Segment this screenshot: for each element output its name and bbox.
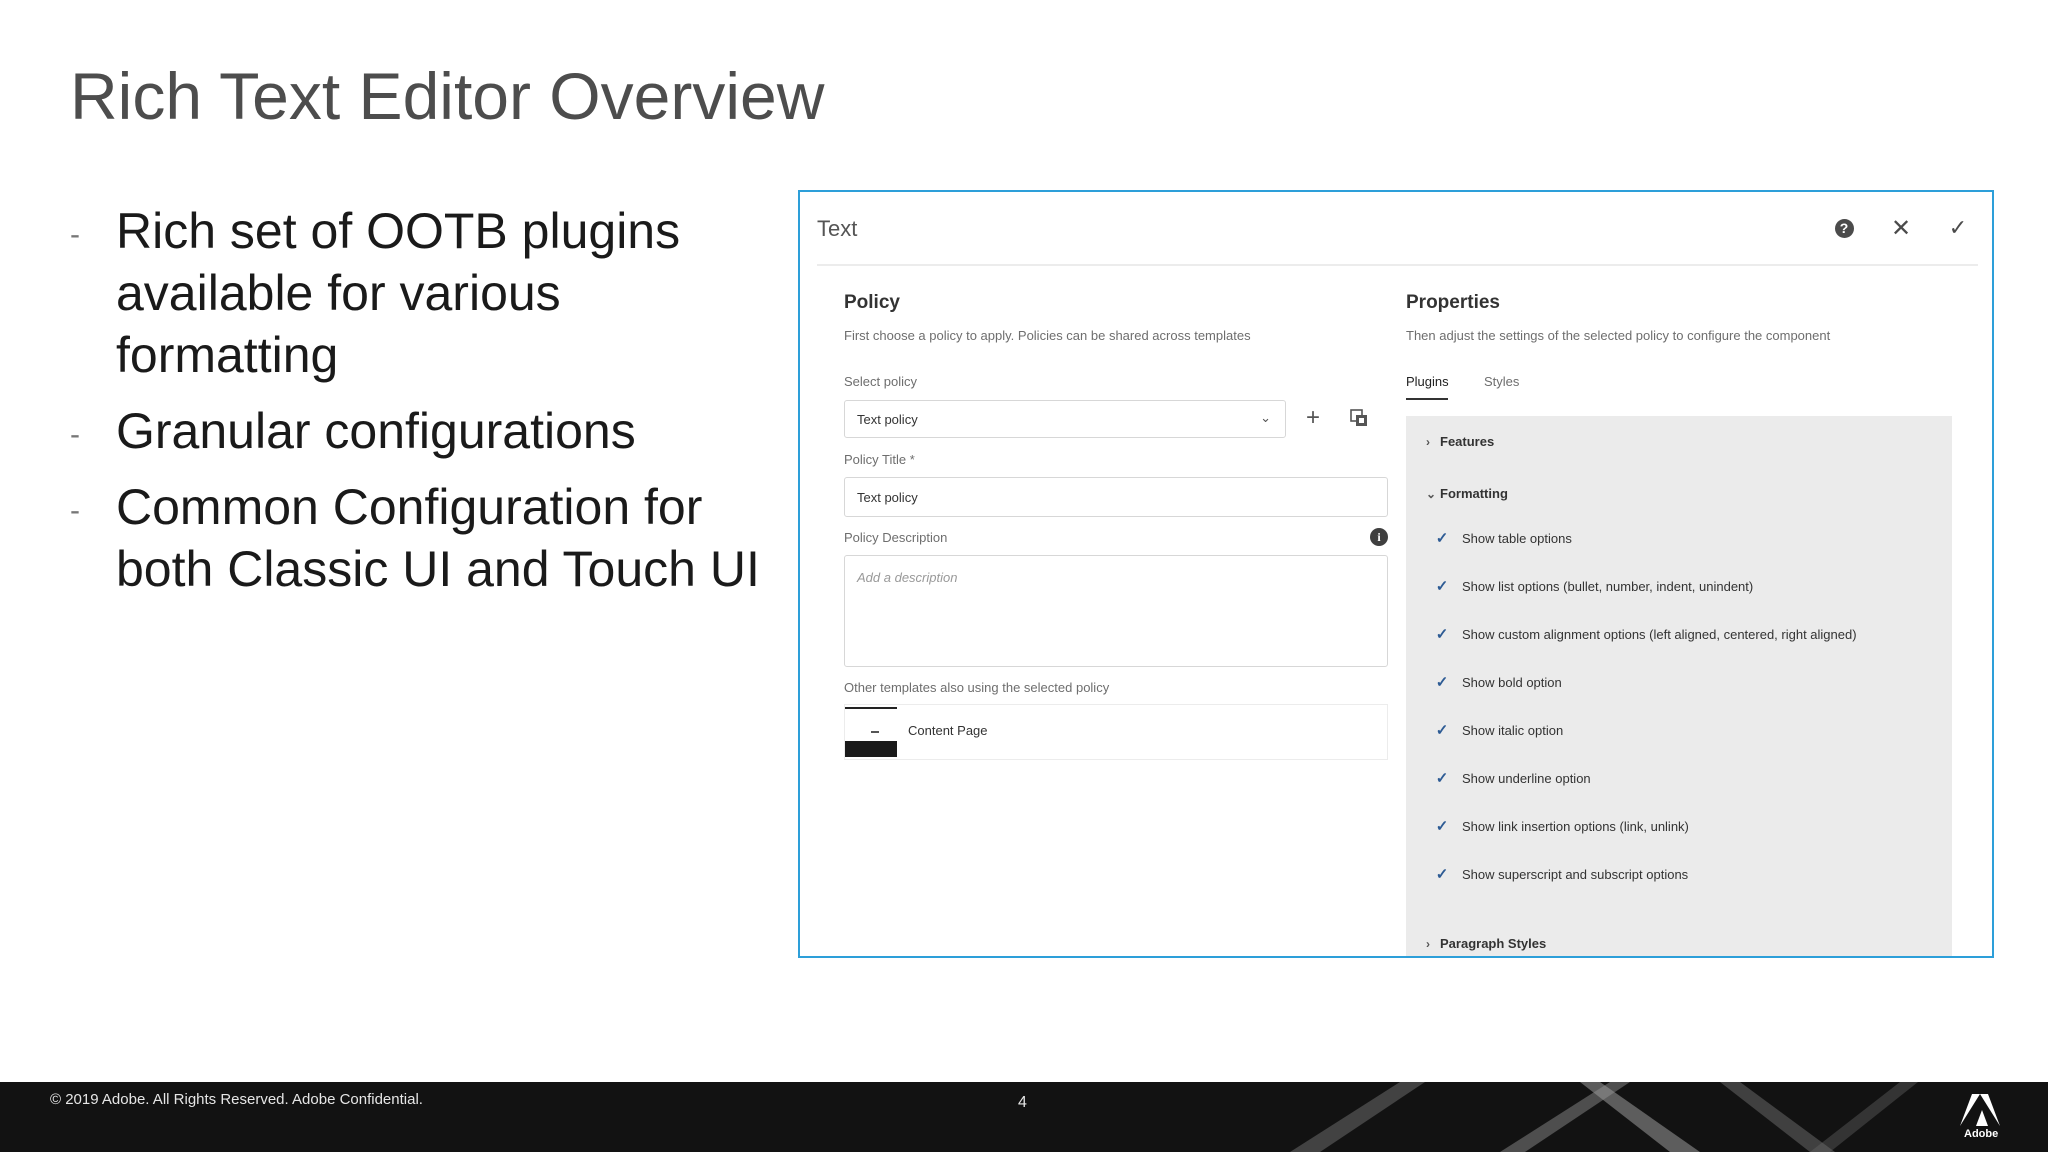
active-tab-indicator [1406, 398, 1448, 400]
policy-description-label: Policy Description [844, 530, 948, 545]
checkbox-label: Show superscript and subscript options [1462, 866, 1689, 882]
template-name: Content Page [908, 723, 988, 738]
chevron-right-icon: › [1426, 937, 1430, 951]
slide-footer: © 2019 Adobe. All Rights Reserved. Adobe… [0, 1082, 2048, 1152]
bullet-item: - Granular configurations [70, 400, 790, 462]
dialog-header: Text ? ✕ ✓ [800, 192, 1992, 264]
chevron-down-icon: ⌄ [1260, 410, 1271, 425]
checkbox-label: Show list options (bullet, number, inden… [1462, 578, 1754, 594]
bullet-marker: - [70, 494, 80, 527]
properties-column: Properties Then adjust the settings of t… [1406, 292, 1966, 400]
checkmark-icon[interactable]: ✓ [1944, 214, 1972, 242]
select-policy-value: Text policy [857, 412, 918, 427]
checkmark-icon: ✓ [1435, 818, 1449, 835]
plugins-panel: › Features ⌄ Formatting ✓ Show table option… [1406, 416, 1952, 956]
checkbox-label: Show underline option [1462, 770, 1591, 786]
template-list-item[interactable]: Content Page [844, 704, 1388, 760]
checkmark-icon: ✓ [1435, 770, 1449, 787]
checkbox-label: Show link insertion options (link, unlin… [1462, 818, 1689, 834]
policy-description: First choose a policy to apply. Policies… [844, 328, 1251, 343]
bullet-item: - Common Configuration for both Classic U… [70, 476, 790, 600]
checkmark-icon: ✓ [1435, 674, 1449, 691]
checkbox-underline-option[interactable]: ✓ Show underline option [1434, 770, 1591, 787]
bullet-marker: - [70, 418, 80, 451]
select-policy-label: Select policy [844, 374, 917, 389]
checkbox-alignment-options[interactable]: ✓ Show custom alignment options (left ali… [1434, 626, 1857, 643]
footer-background-graphic [1290, 1082, 1918, 1152]
checkbox-label: Show table options [1462, 530, 1572, 546]
template-thumbnail [845, 707, 897, 757]
properties-heading: Properties [1406, 292, 1500, 313]
tab-plugins[interactable]: Plugins [1406, 374, 1449, 389]
page-number: 4 [1018, 1094, 1027, 1111]
policy-title-input[interactable]: Text policy [844, 477, 1388, 517]
add-policy-icon[interactable]: + [1306, 403, 1320, 433]
bullet-marker: - [70, 218, 80, 251]
policy-heading: Policy [844, 292, 900, 313]
dialog-title: Text [817, 216, 858, 241]
checkbox-link-options[interactable]: ✓ Show link insertion options (link, unli… [1434, 818, 1689, 835]
adobe-logo-text: Adobe [1964, 1128, 1999, 1140]
checkbox-table-options[interactable]: ✓ Show table options [1434, 530, 1572, 547]
text-component-dialog: Text ? ✕ ✓ Policy First choose a policy … [798, 190, 1994, 958]
info-icon[interactable]: i [1370, 528, 1388, 546]
bullet-text: Granular configurations [116, 403, 636, 459]
tab-styles[interactable]: Styles [1484, 374, 1519, 389]
chevron-right-icon: › [1426, 435, 1430, 449]
policy-title-label: Policy Title * [844, 452, 915, 467]
properties-description: Then adjust the settings of the selected… [1406, 328, 1831, 343]
policy-column: Policy First choose a policy to apply. P… [844, 292, 1390, 760]
checkbox-label: Show italic option [1462, 722, 1564, 738]
other-templates-label: Other templates also using the selected … [844, 680, 1110, 695]
checkbox-italic-option[interactable]: ✓ Show italic option [1434, 722, 1564, 739]
header-divider [817, 264, 1978, 266]
checkbox-label: Show bold option [1462, 674, 1562, 690]
formatting-section-toggle[interactable]: ⌄ Formatting [1426, 486, 1508, 501]
checkmark-icon: ✓ [1435, 626, 1449, 643]
checkmark-icon: ✓ [1435, 722, 1449, 739]
checkbox-superscript-options[interactable]: ✓ Show superscript and subscript options [1434, 866, 1689, 883]
adobe-logo-icon [1960, 1094, 2000, 1126]
close-icon[interactable]: ✕ [1887, 214, 1915, 242]
chevron-down-icon: ⌄ [1426, 487, 1437, 501]
description-placeholder: Add a description [857, 570, 958, 585]
checkmark-icon: ✓ [1435, 866, 1449, 883]
checkmark-icon: ✓ [1435, 530, 1449, 547]
help-icon[interactable]: ? [1830, 214, 1858, 242]
checkbox-label: Show custom alignment options (left alig… [1462, 626, 1857, 642]
features-label: Features [1440, 434, 1495, 449]
copyright-text: © 2019 Adobe. All Rights Reserved. Adobe… [50, 1091, 423, 1108]
bullet-text: Common Configuration for both Classic UI… [116, 479, 760, 597]
paragraph-styles-section-toggle[interactable]: › Paragraph Styles [1426, 936, 1546, 951]
bullet-list: - Rich set of OOTB plugins available for … [70, 200, 790, 614]
select-policy-dropdown[interactable]: Text policy ⌄ [844, 400, 1286, 438]
bullet-item: - Rich set of OOTB plugins available for … [70, 200, 790, 386]
policy-description-textarea[interactable]: Add a description [844, 555, 1388, 667]
checkbox-bold-option[interactable]: ✓ Show bold option [1434, 674, 1562, 691]
features-section-toggle[interactable]: › Features [1426, 434, 1494, 449]
policy-title-value: Text policy [857, 490, 918, 505]
duplicate-policy-icon[interactable] [1350, 409, 1368, 427]
formatting-label: Formatting [1440, 486, 1508, 501]
checkmark-icon: ✓ [1435, 578, 1449, 595]
checkbox-list-options[interactable]: ✓ Show list options (bullet, number, inde… [1434, 578, 1754, 595]
bullet-text: Rich set of OOTB plugins available for v… [116, 203, 681, 383]
paragraph-styles-label: Paragraph Styles [1440, 936, 1547, 951]
slide-title: Rich Text Editor Overview [70, 59, 825, 133]
